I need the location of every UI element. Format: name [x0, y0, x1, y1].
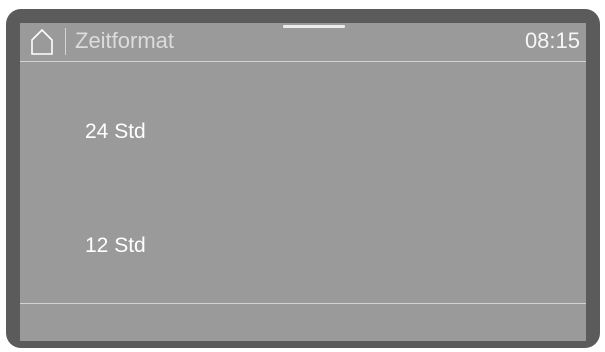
device-bezel: Zeitformat 08:15 24 Std 12 Std — [6, 9, 600, 348]
page-title: Zeitformat — [75, 28, 175, 53]
footer-area — [20, 304, 586, 341]
option-12-hour[interactable]: 12 Std — [20, 187, 586, 297]
header-bar: Zeitformat 08:15 — [20, 23, 586, 61]
header-separator — [65, 28, 66, 55]
clock-time: 08:15 — [524, 28, 580, 53]
home-icon[interactable] — [30, 28, 54, 56]
option-24-hour[interactable]: 24 Std — [20, 73, 586, 183]
header-divider — [20, 61, 586, 62]
option-label: 24 Std — [85, 120, 146, 143]
display-screen: Zeitformat 08:15 24 Std 12 Std — [20, 23, 586, 341]
option-label: 12 Std — [85, 234, 146, 257]
